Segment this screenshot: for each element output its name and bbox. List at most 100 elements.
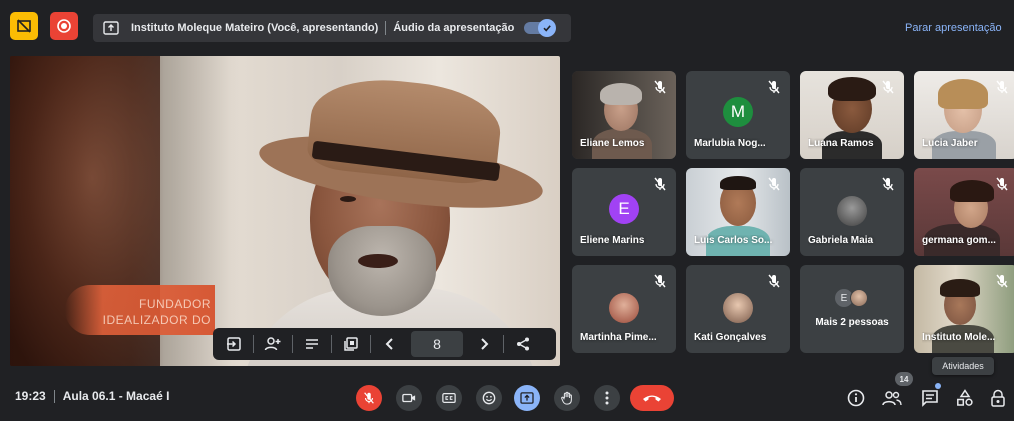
open-slides-button[interactable] (219, 331, 249, 357)
chat-button[interactable] (919, 387, 941, 409)
share-presentation-button[interactable] (508, 331, 538, 357)
participant-name: Luis Carlos So... (694, 235, 773, 246)
mic-off-icon (996, 177, 1008, 191)
presentation-banner: Instituto Moleque Mateiro (Você, apresen… (93, 14, 571, 42)
microphone-button[interactable] (356, 385, 382, 411)
emoji-icon (482, 391, 496, 405)
participant-tile-gabriela-maia[interactable]: Gabriela Maia (800, 168, 904, 256)
participant-name: Luana Ramos (808, 138, 874, 149)
participant-tile-more-people[interactable]: E Mais 2 pessoas (800, 265, 904, 353)
presentation-audio-label: Áudio da apresentação (393, 22, 515, 34)
participant-tile-kati-goncalves[interactable]: Kati Gonçalves (686, 265, 790, 353)
participant-tile-lucia-jaber[interactable]: Lucia Jaber (914, 71, 1014, 159)
activities-icon (957, 389, 973, 406)
avatar: M (723, 97, 753, 127)
top-bar: Instituto Moleque Mateiro (Você, apresen… (0, 0, 1014, 52)
reactions-button[interactable] (476, 385, 502, 411)
lock-person-icon (991, 389, 1005, 407)
slide-thumbnails-button[interactable] (336, 331, 366, 357)
mic-off-icon (996, 80, 1008, 94)
presentation-audio-toggle[interactable] (524, 19, 557, 37)
call-end-icon (643, 395, 661, 402)
avatar: E (609, 194, 639, 224)
activities-tooltip: Atividades (932, 357, 994, 375)
closed-captions-icon (442, 393, 456, 403)
chevron-right-icon (481, 338, 489, 350)
avatar (609, 293, 639, 323)
slide-number-field[interactable]: 8 (411, 331, 463, 357)
slide-control-bar: 8 (213, 328, 556, 360)
participant-tile-eliane-lemos[interactable]: Eliane Lemos (572, 71, 676, 159)
check-icon (543, 25, 552, 32)
chat-notification-dot (935, 383, 941, 389)
mic-off-icon (654, 80, 666, 94)
exit-to-app-icon (227, 337, 241, 351)
activities-button[interactable] (954, 387, 976, 409)
add-co-presenter-button[interactable] (258, 331, 288, 357)
avatar (723, 293, 753, 323)
mic-off-icon (364, 392, 374, 404)
host-controls-button[interactable] (988, 387, 1008, 409)
participant-tile-luis-carlos[interactable]: Luis Carlos So... (686, 168, 790, 256)
participant-tile-luana-ramos[interactable]: Luana Ramos (800, 71, 904, 159)
mic-off-icon (654, 274, 666, 288)
captions-button[interactable] (436, 385, 462, 411)
chevron-left-icon (385, 338, 393, 350)
present-screen-icon (520, 392, 534, 404)
speaker-beard (328, 226, 436, 316)
notes-icon (306, 339, 318, 349)
hide-self-view-button[interactable] (10, 12, 38, 40)
more-people-label: Mais 2 pessoas (815, 317, 889, 328)
leave-call-button[interactable] (630, 385, 674, 411)
record-icon (57, 19, 71, 33)
info-icon (847, 389, 865, 407)
mic-off-icon (654, 177, 666, 191)
lower-third-overlay: FUNDADOR IDEALIZADOR DO (65, 285, 215, 335)
mic-off-icon (996, 274, 1008, 288)
present-now-button[interactable] (514, 385, 540, 411)
more-options-button[interactable] (594, 385, 620, 411)
participant-tile-instituto[interactable]: Instituto Mole... (914, 265, 1014, 353)
participant-name: Eliane Lemos (580, 138, 645, 149)
avatar (850, 289, 868, 307)
participant-tile-martinha[interactable]: Martinha Pime... (572, 265, 676, 353)
recording-button[interactable] (50, 12, 78, 40)
participant-tile-germana[interactable]: germana gom... (914, 168, 1014, 256)
speaker-notes-button[interactable] (297, 331, 327, 357)
participant-name: Marlubia Nog... (694, 138, 766, 149)
participant-name: Martinha Pime... (580, 332, 657, 343)
previous-slide-button[interactable] (375, 331, 405, 357)
raise-hand-button[interactable] (554, 385, 580, 411)
camera-button[interactable] (396, 385, 422, 411)
participant-name: Lucia Jaber (922, 138, 978, 149)
frame-off-icon (17, 19, 31, 33)
people-icon (882, 391, 902, 406)
meet-window: Instituto Moleque Mateiro (Você, apresen… (0, 0, 1014, 421)
overlay-line2: IDEALIZADOR DO (102, 313, 211, 327)
overlay-line1: FUNDADOR (139, 297, 211, 311)
stop-presenting-link[interactable]: Parar apresentação (905, 22, 1002, 34)
mic-off-icon (882, 80, 894, 94)
bottom-bar: 19:23 Aula 06.1 - Macaé I (0, 370, 1014, 421)
participant-name: Instituto Mole... (922, 332, 996, 343)
stacked-avatars: E (835, 289, 875, 309)
presenting-label: Instituto Moleque Mateiro (Você, apresen… (131, 22, 379, 34)
meeting-name: Aula 06.1 - Macaé I (62, 389, 170, 403)
next-slide-button[interactable] (469, 331, 499, 357)
participant-tile-eliene-marins[interactable]: E Eliene Marins (572, 168, 676, 256)
person-add-icon (264, 337, 281, 351)
people-button[interactable] (881, 387, 903, 409)
chat-icon (922, 390, 938, 407)
participant-name: Eliene Marins (580, 235, 645, 246)
mic-off-icon (768, 274, 780, 288)
mic-off-icon (768, 177, 780, 191)
participant-tile-marlubia[interactable]: M Marlubia Nog... (686, 71, 790, 159)
camera-icon (402, 393, 416, 403)
meeting-details-button[interactable] (845, 387, 867, 409)
present-screen-icon (97, 14, 125, 42)
divider (385, 21, 387, 35)
share-icon (517, 337, 529, 351)
clock: 19:23 (15, 389, 46, 403)
people-count-badge: 14 (895, 372, 913, 386)
participant-name: Kati Gonçalves (694, 332, 767, 343)
